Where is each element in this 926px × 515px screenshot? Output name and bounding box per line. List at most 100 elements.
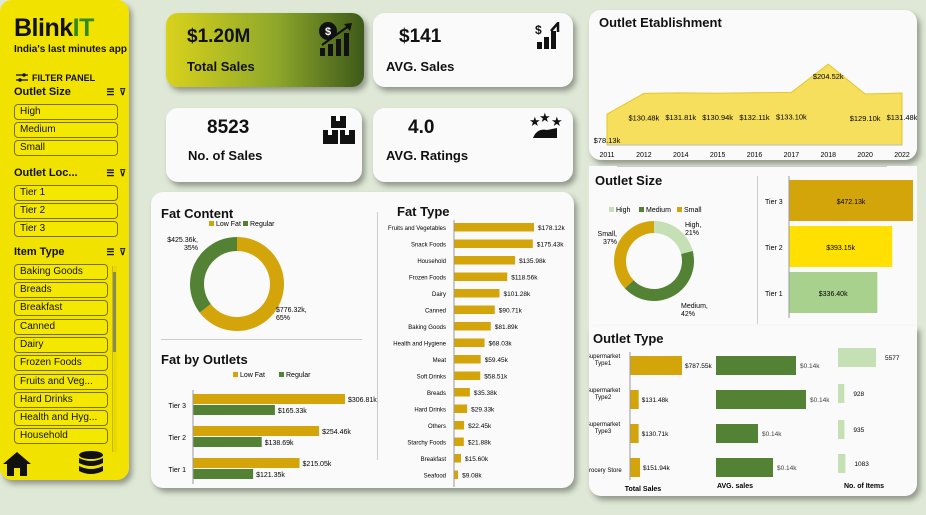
bar (454, 437, 464, 446)
bar (454, 454, 462, 463)
legend-label: Low Fat (240, 372, 265, 379)
legend-label: Regular (286, 372, 311, 379)
data-label: $0.14k (762, 431, 782, 438)
bar (454, 272, 508, 281)
data-label: $393.15k (826, 245, 855, 252)
category-label: Frozen Foods (409, 276, 446, 282)
svg-text:★: ★ (551, 114, 563, 129)
x-tick-label: 2020 (857, 152, 873, 159)
row-label: Supermarket Type1 (589, 354, 621, 367)
slicer-item-type[interactable]: Baking Goods (14, 264, 108, 280)
bar (838, 384, 845, 403)
multi-select-icon[interactable]: ☰ (106, 247, 114, 258)
data-label: $130.94k (702, 113, 733, 122)
data-label: $129.10k (850, 114, 881, 123)
row-label: Supermarket Type3 (589, 422, 621, 435)
slicer-item-type[interactable]: Household (14, 428, 108, 444)
bar (716, 424, 758, 443)
slicer-item-type[interactable]: Breads (14, 282, 108, 298)
clear-filter-icon[interactable]: ⊽ (119, 168, 126, 179)
data-label: High, 21% (685, 222, 701, 237)
legend-swatch (209, 221, 214, 226)
slicer-item-small[interactable]: Small (14, 140, 118, 156)
clear-filter-icon[interactable]: ⊽ (119, 87, 126, 98)
bar (630, 458, 641, 477)
outlet-size-chart-svg: High Medium Small High, 21% Medium, 42% Small, 3… (598, 176, 913, 318)
home-icon[interactable] (0, 450, 34, 478)
data-label: $336.40k (819, 291, 848, 298)
data-label: $204.52k (813, 72, 844, 81)
slicer-item-type[interactable]: Dairy (14, 337, 108, 353)
outlet-size-card: Outlet Size High Medium Small High, 21% Mediu… (589, 166, 917, 326)
bar (193, 405, 275, 415)
slicer-item-type[interactable]: Frozen Foods (14, 355, 108, 371)
slicer-item-type[interactable]: Hard Drinks (14, 392, 108, 408)
bar (454, 371, 481, 380)
kpi-avg-ratings-value: 4.0 (408, 117, 435, 138)
filter-panel-title: FILTER PANEL (16, 73, 95, 83)
data-label: $59.45k (485, 357, 509, 364)
slicer-item-type[interactable]: Health and Hyg... (14, 410, 108, 426)
bar (838, 454, 846, 473)
bar (454, 223, 534, 232)
category-label: Tier 2 (765, 245, 783, 252)
bar (630, 424, 639, 443)
category-label: Health and Hygiene (393, 342, 446, 348)
data-label: $133.10k (776, 112, 807, 121)
category-label: Others (428, 424, 446, 430)
slicer-item-type-header: Item Type ☰ ⊽ (14, 246, 126, 258)
data-label: $306.81k (348, 397, 377, 404)
category-label: Tier 3 (168, 403, 186, 410)
outlet-type-card: Outlet Type Supermarket Type1 Supermarket T… (589, 326, 917, 496)
bar (454, 338, 485, 347)
column-header: No. of Items (844, 483, 884, 490)
kpi-avg-ratings-card: 4.0 AVG. Ratings ★ ★ ★ (373, 108, 573, 182)
bar (193, 437, 262, 447)
data-label: 1083 (854, 461, 869, 468)
legend-swatch (639, 207, 644, 212)
x-tick-label: 2017 (784, 152, 800, 159)
data-label: $29.33k (471, 407, 495, 414)
kpi-avg-sales-label: AVG. Sales (386, 59, 455, 74)
x-tick-label: 2022 (894, 152, 910, 159)
brand-logo: BlinkIT (14, 14, 94, 42)
svg-text:★: ★ (539, 112, 551, 125)
slicer-item-type[interactable]: Breakfast (14, 300, 108, 316)
category-label: Baking Goods (408, 325, 446, 331)
x-tick-label: 2015 (710, 152, 726, 159)
category-label: Soft Drinks (417, 375, 446, 381)
fat-charts-svg: Low Fat Regular $776.32k, 65% $425.36k, 35% Fr… (167, 220, 565, 487)
multi-select-icon[interactable]: ☰ (106, 87, 114, 98)
data-label: $254.46k (322, 429, 351, 436)
multi-select-icon[interactable]: ☰ (106, 168, 114, 179)
data-label: Small, 37% (598, 231, 618, 246)
slicer-item-high[interactable]: High (14, 104, 118, 120)
clear-filter-icon[interactable]: ⊽ (119, 247, 126, 258)
slicer-item-tier-3[interactable]: Tier 3 (14, 221, 118, 237)
x-tick-label: 2016 (747, 152, 763, 159)
data-label: $165.33k (278, 408, 307, 415)
legend-swatch (279, 372, 284, 377)
slicer-item-medium[interactable]: Medium (14, 122, 118, 138)
sales-growth-icon: $ (319, 22, 352, 56)
item-type-scroll-thumb[interactable] (113, 272, 116, 352)
data-label: $101.28k (503, 291, 530, 298)
slicer-item-type[interactable]: Canned (14, 319, 108, 335)
filter-sliders-icon (16, 73, 28, 82)
database-icon[interactable] (76, 450, 106, 480)
legend-label: Medium (646, 207, 671, 214)
slicer-item-type[interactable]: Fruits and Veg... (14, 374, 108, 390)
slicer-item-tier-1[interactable]: Tier 1 (14, 185, 118, 201)
x-tick-label: 2012 (636, 152, 652, 159)
bar (630, 356, 682, 375)
svg-text:$: $ (325, 26, 331, 38)
bar (454, 322, 491, 331)
bar (193, 458, 300, 468)
slicer-outlet-size-header: Outlet Size ☰ ⊽ (14, 86, 126, 98)
category-label: Tier 3 (765, 199, 783, 206)
slicer-item-tier-2[interactable]: Tier 2 (14, 203, 118, 219)
data-label: 928 (853, 391, 864, 398)
legend-swatch (609, 207, 614, 212)
data-label: $90.71k (499, 308, 523, 315)
data-label: $21.88k (468, 440, 492, 447)
